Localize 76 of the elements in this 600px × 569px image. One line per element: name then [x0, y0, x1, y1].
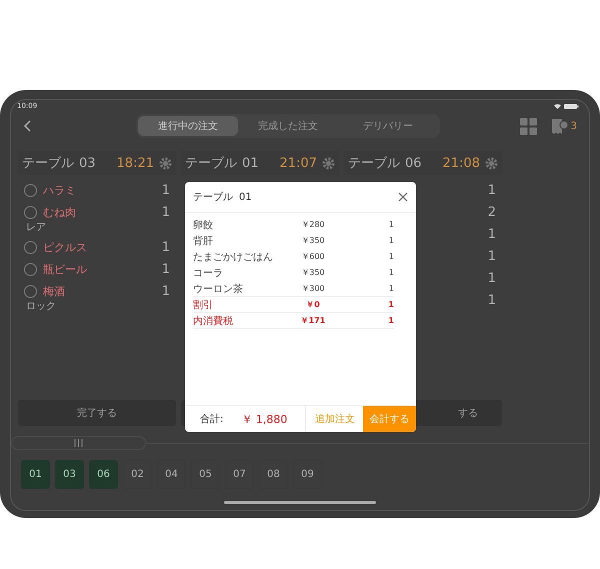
- dialog-item-price: ￥300: [300, 283, 326, 294]
- dialog-item-quantity: 1: [388, 268, 394, 277]
- item-quantity: 1: [488, 226, 496, 242]
- close-icon[interactable]: [398, 192, 408, 202]
- item-name: ピクルス: [43, 240, 87, 254]
- grid-icon[interactable]: [520, 118, 537, 134]
- item-quantity: 1: [488, 292, 496, 308]
- dialog-item-name: コーラ: [193, 266, 224, 280]
- dialog-item-quantity: 1: [388, 252, 394, 261]
- back-icon[interactable]: [23, 120, 31, 132]
- complete-button[interactable]: 完了する: [18, 400, 176, 426]
- gear-icon[interactable]: [485, 156, 498, 170]
- item-name: むね肉: [43, 204, 76, 220]
- table-number: 03: [79, 156, 96, 170]
- table-title: テーブル: [185, 155, 237, 172]
- total-amount: ￥ 1,880: [241, 412, 288, 426]
- check-circle[interactable]: [24, 206, 37, 218]
- badge-count: 3: [570, 120, 577, 132]
- item-note: レア: [26, 221, 47, 234]
- dialog-item-price: ￥350: [300, 267, 326, 278]
- wifi-battery-icon: [553, 102, 579, 110]
- table-title: テーブル: [22, 155, 74, 172]
- gear-icon[interactable]: [159, 156, 172, 170]
- order-tab[interactable]: 完成した注文: [238, 116, 338, 136]
- item-quantity: 1: [162, 204, 170, 220]
- order-tab[interactable]: デリバリー: [338, 116, 438, 136]
- receipt-clock-icon[interactable]: [550, 118, 569, 134]
- order-time: 18:21: [116, 156, 154, 170]
- dialog-item-name: ウーロン茶: [193, 282, 244, 296]
- order-time: 21:08: [442, 156, 480, 170]
- dialog-title: テーブル: [193, 190, 233, 204]
- check-circle[interactable]: [24, 284, 37, 298]
- dialog-item-name: たまごかけごはん: [193, 250, 274, 264]
- item-quantity: 2: [488, 204, 496, 220]
- dialog-item-quantity: 1: [388, 220, 394, 229]
- table-title: テーブル: [348, 155, 400, 172]
- table-chip[interactable]: 02: [123, 460, 152, 489]
- dialog-item-price: ￥280: [300, 219, 326, 230]
- table-chip[interactable]: 01: [21, 460, 50, 489]
- check-circle[interactable]: [24, 262, 37, 276]
- item-quantity: 1: [162, 240, 170, 254]
- dialog-item-name: 卵餃: [193, 218, 214, 232]
- table-chip[interactable]: 03: [55, 460, 84, 489]
- item-quantity: 1: [488, 248, 496, 264]
- table-chip[interactable]: 06: [89, 460, 118, 489]
- order-time: 21:07: [280, 156, 317, 170]
- dialog-item-quantity: 1: [388, 284, 394, 293]
- item-name: ハラミ: [43, 182, 76, 198]
- dialog-item-price: ￥0: [305, 299, 321, 310]
- dialog-item-quantity: 1: [387, 316, 394, 325]
- item-quantity: 1: [488, 270, 496, 286]
- item-name: 瓶ビール: [43, 262, 87, 276]
- check-circle[interactable]: [24, 240, 37, 254]
- drawer-handle[interactable]: [11, 436, 146, 450]
- dialog-item-price: ￥350: [300, 235, 326, 246]
- check-circle[interactable]: [24, 184, 37, 196]
- dialog-item-price: ￥600: [300, 251, 326, 262]
- order-tab[interactable]: 進行中の注文: [138, 116, 238, 136]
- table-number: 01: [242, 156, 259, 170]
- item-quantity: 1: [488, 182, 496, 198]
- dialog-item-name: 背肝: [193, 234, 214, 248]
- item-quantity: 1: [162, 262, 170, 276]
- table-number: 06: [405, 156, 422, 170]
- dialog-table-number: 01: [239, 192, 252, 202]
- grip-icon: [74, 439, 83, 447]
- item-name: 梅酒: [43, 284, 65, 298]
- dialog-item-quantity: 1: [387, 300, 394, 309]
- dialog-item-quantity: 1: [388, 236, 394, 245]
- dialog-item-price: ￥171: [300, 315, 326, 326]
- dialog-item-name: 内消費税: [193, 314, 234, 328]
- item-quantity: 1: [162, 182, 170, 198]
- item-quantity: 1: [162, 284, 170, 298]
- gear-icon[interactable]: [322, 156, 335, 170]
- dialog-item-name: 割引: [193, 298, 214, 312]
- item-note: ロック: [26, 300, 57, 313]
- total-label: 合計:: [200, 412, 224, 426]
